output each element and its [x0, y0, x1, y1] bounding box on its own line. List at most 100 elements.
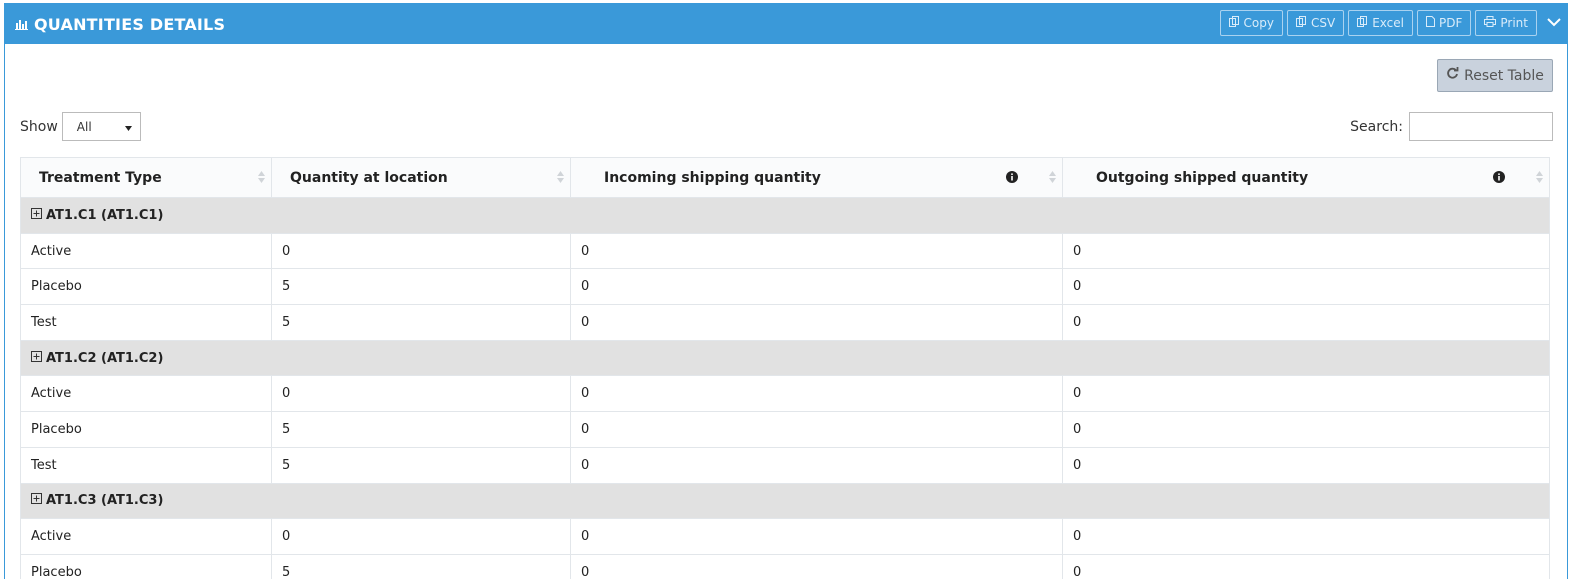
info-icon[interactable] — [1006, 171, 1018, 187]
group-row[interactable]: AT1.C1 (AT1.C1) — [20, 197, 1550, 234]
expand-plus-icon[interactable] — [31, 493, 42, 508]
cell-incoming-quantity: 0 — [570, 553, 1063, 579]
group-label: AT1.C3 (AT1.C3) — [46, 493, 164, 509]
file-pdf-icon — [1426, 16, 1435, 30]
panel-title-text: QUANTITIES DETAILS — [34, 14, 226, 34]
cell-incoming-quantity: 0 — [570, 518, 1063, 555]
expand-plus-icon[interactable] — [31, 350, 42, 366]
table-row: Placebo 5 0 0 — [20, 553, 1550, 579]
table-row: Active 0 0 0 — [20, 518, 1550, 555]
cell-quantity-at-location: 0 — [271, 375, 571, 413]
column-header-quantity-at-location[interactable]: Quantity at location — [271, 157, 571, 198]
cell-treatment-type: Test — [20, 304, 272, 341]
cell-treatment-type: Active — [20, 232, 272, 270]
sort-icon — [1536, 170, 1543, 188]
excel-button-label: Excel — [1372, 16, 1404, 30]
table-row: Test 5 0 0 — [20, 304, 1550, 341]
cell-treatment-type: Placebo — [20, 553, 272, 579]
table-header-row: Treatment Type Quantity at location Inco… — [20, 157, 1550, 198]
panel-header: QUANTITIES DETAILS Copy CSV Excel PDF Pr… — [5, 4, 1567, 44]
table-row: Placebo 5 0 0 — [20, 411, 1550, 448]
quantities-panel: QUANTITIES DETAILS Copy CSV Excel PDF Pr… — [4, 3, 1568, 579]
cell-treatment-type: Placebo — [20, 411, 272, 448]
column-header-label: Treatment Type — [39, 169, 162, 186]
cell-treatment-type: Placebo — [20, 268, 272, 306]
copy-button-label: Copy — [1243, 16, 1274, 30]
cell-outgoing-quantity: 0 — [1062, 553, 1550, 579]
info-icon[interactable] — [1493, 171, 1505, 187]
sort-icon — [1049, 170, 1056, 188]
csv-button-label: CSV — [1310, 16, 1336, 30]
copy-icon — [1228, 16, 1240, 30]
cell-outgoing-quantity: 0 — [1062, 268, 1550, 306]
copy-button[interactable]: Copy — [1219, 10, 1283, 36]
cell-quantity-at-location: 5 — [271, 553, 571, 579]
export-buttons: Copy CSV Excel PDF Print — [1219, 10, 1537, 36]
cell-outgoing-quantity: 0 — [1062, 304, 1550, 341]
cell-treatment-type: Test — [20, 446, 272, 484]
excel-button[interactable]: Excel — [1348, 10, 1413, 36]
printer-icon — [1484, 16, 1497, 30]
group-label: AT1.C2 (AT1.C2) — [46, 350, 164, 366]
group-label: AT1.C1 (AT1.C1) — [46, 207, 164, 223]
pdf-button[interactable]: PDF — [1417, 10, 1472, 36]
column-header-label: Outgoing shipped quantity — [1096, 169, 1309, 186]
copy-icon — [1357, 16, 1368, 30]
cell-treatment-type: Active — [20, 375, 272, 413]
cell-incoming-quantity: 0 — [570, 268, 1063, 306]
cell-quantity-at-location: 5 — [271, 411, 571, 448]
cell-outgoing-quantity: 0 — [1062, 446, 1550, 484]
column-header-treatment-type[interactable]: Treatment Type — [20, 157, 272, 198]
column-header-label: Incoming shipping quantity — [604, 169, 821, 186]
chevron-down-icon[interactable] — [1547, 16, 1561, 31]
group-row[interactable]: AT1.C3 (AT1.C3) — [20, 482, 1550, 520]
reset-table-label: Reset Table — [1464, 67, 1544, 84]
show-label: Show — [20, 118, 58, 135]
column-header-label: Quantity at location — [290, 169, 448, 186]
cell-outgoing-quantity: 0 — [1062, 411, 1550, 448]
sort-icon — [557, 170, 564, 188]
cell-quantity-at-location: 0 — [271, 232, 571, 270]
print-button[interactable]: Print — [1475, 10, 1537, 36]
sort-icon — [258, 170, 265, 188]
cell-outgoing-quantity: 0 — [1062, 518, 1550, 555]
panel-body: Reset Table Show All Search: Treatment T… — [5, 44, 1567, 579]
copy-icon — [1295, 16, 1307, 30]
cell-incoming-quantity: 0 — [570, 304, 1063, 341]
table-body: AT1.C1 (AT1.C1) Active 0 0 0 Placebo 5 0… — [20, 197, 1550, 579]
search-label: Search: — [1350, 118, 1403, 135]
cell-quantity-at-location: 5 — [271, 268, 571, 306]
table-row: Active 0 0 0 — [20, 232, 1550, 270]
csv-button[interactable]: CSV — [1286, 10, 1345, 36]
caret-down-icon — [124, 120, 132, 134]
reset-table-button[interactable]: Reset Table — [1437, 59, 1553, 92]
page-length-select[interactable]: All — [61, 112, 141, 141]
search-control: Search: — [1350, 112, 1553, 141]
print-button-label: Print — [1500, 16, 1528, 30]
refresh-icon — [1446, 67, 1459, 84]
cell-incoming-quantity: 0 — [570, 375, 1063, 413]
quantities-table: Treatment Type Quantity at location Inco… — [20, 157, 1550, 579]
panel-title: QUANTITIES DETAILS — [15, 15, 225, 34]
quantities-table-wrapper: Treatment Type Quantity at location Inco… — [20, 157, 1550, 579]
column-header-incoming-shipping-quantity[interactable]: Incoming shipping quantity — [570, 157, 1063, 198]
cell-incoming-quantity: 0 — [570, 446, 1063, 484]
cell-quantity-at-location: 5 — [271, 446, 571, 484]
table-row: Test 5 0 0 — [20, 446, 1550, 484]
group-row[interactable]: AT1.C2 (AT1.C2) — [20, 339, 1550, 377]
table-row: Active 0 0 0 — [20, 375, 1550, 413]
cell-incoming-quantity: 0 — [570, 232, 1063, 270]
cell-quantity-at-location: 5 — [271, 304, 571, 341]
column-header-outgoing-shipped-quantity[interactable]: Outgoing shipped quantity — [1062, 157, 1550, 198]
cell-outgoing-quantity: 0 — [1062, 232, 1550, 270]
table-row: Placebo 5 0 0 — [20, 268, 1550, 306]
expand-plus-icon[interactable] — [31, 207, 42, 223]
page-length-control: Show All — [20, 112, 141, 141]
cell-incoming-quantity: 0 — [570, 411, 1063, 448]
pdf-button-label: PDF — [1439, 16, 1463, 30]
cell-treatment-type: Active — [20, 518, 272, 555]
cell-quantity-at-location: 0 — [271, 518, 571, 555]
cell-outgoing-quantity: 0 — [1062, 375, 1550, 413]
bar-chart-icon — [15, 18, 28, 30]
search-input[interactable] — [1409, 112, 1553, 141]
